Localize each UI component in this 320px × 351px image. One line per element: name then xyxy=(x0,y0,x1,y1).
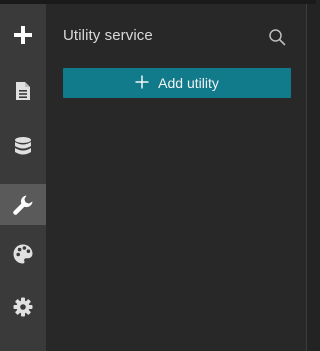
search-button[interactable] xyxy=(268,28,286,46)
sidebar-rail xyxy=(0,4,46,351)
gear-icon xyxy=(13,297,33,317)
wrench-icon xyxy=(12,194,34,216)
rail-item-data[interactable] xyxy=(0,126,46,167)
plus-icon xyxy=(13,25,33,45)
palette-icon xyxy=(12,243,34,265)
document-icon xyxy=(15,81,31,101)
workspace-edge xyxy=(307,4,316,351)
rail-item-utility[interactable] xyxy=(0,184,46,225)
rail-item-settings[interactable] xyxy=(0,286,46,327)
rail-item-theme[interactable] xyxy=(0,233,46,274)
search-icon xyxy=(268,29,286,50)
add-utility-label: Add utility xyxy=(158,75,219,91)
rail-item-add[interactable] xyxy=(0,14,46,55)
database-icon xyxy=(14,136,32,158)
add-utility-button[interactable]: Add utility xyxy=(63,68,291,98)
plus-icon xyxy=(135,75,149,92)
panel-title: Utility service xyxy=(63,27,153,44)
rail-item-documents[interactable] xyxy=(0,70,46,111)
utility-service-panel: Utility service Add utility xyxy=(46,4,306,351)
